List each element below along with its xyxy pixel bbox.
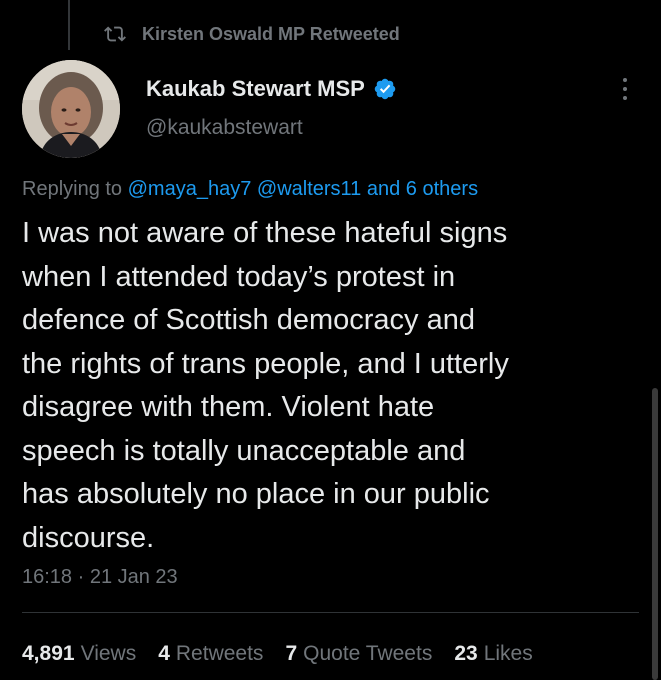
avatar[interactable] (22, 60, 120, 158)
tweet-text-line: when I attended today’s protest in (22, 260, 456, 293)
quote-tweets-count: 7 (285, 642, 298, 665)
tweet-timestamp[interactable]: 16:18 · 21 Jan 23 (22, 566, 178, 589)
views-label: Views (80, 642, 137, 665)
scrollbar[interactable] (652, 388, 658, 680)
author-name[interactable]: Kaukab Stewart MSP (146, 76, 365, 102)
more-options-icon[interactable] (614, 76, 636, 102)
likes-count: 23 (454, 642, 478, 665)
more-dot (623, 78, 627, 82)
replying-to-prefix: Replying to (22, 178, 123, 200)
author-name-row[interactable]: Kaukab Stewart MSP (146, 76, 397, 102)
thread-connector-line (68, 0, 70, 50)
views-stat[interactable]: 4,891 Views (22, 642, 136, 666)
quote-tweets-label: Quote Tweets (303, 642, 433, 665)
tweet-text-line: has absolutely no place in our public (22, 478, 490, 510)
retweet-label: Kirsten Oswald MP Retweeted (142, 23, 400, 44)
mention-link[interactable]: @maya_hay7 (128, 178, 252, 200)
verified-badge-icon (374, 78, 396, 100)
more-dot (623, 96, 627, 100)
others-link[interactable]: and 6 others (367, 178, 478, 200)
likes-label: Likes (483, 642, 533, 665)
retweet-context[interactable]: Kirsten Oswald MP Retweeted (104, 22, 400, 46)
tweet-text-line: disagree with them. Violent hate (22, 391, 435, 423)
engagement-stats: 4,891 Views 4 Retweets 7 Quote Tweets 23… (22, 642, 555, 666)
quote-tweets-stat[interactable]: 7 Quote Tweets (285, 642, 432, 666)
tweet-text-line: the rights of trans people, and I utterl… (22, 347, 509, 380)
likes-stat[interactable]: 23 Likes (454, 642, 532, 666)
retweets-label: Retweets (175, 642, 264, 665)
retweets-count: 4 (158, 642, 170, 665)
author-handle[interactable]: @kaukabstewart (146, 116, 303, 140)
avatar-portrait-icon (22, 60, 120, 158)
tweet-text-line: discourse. (22, 521, 155, 554)
tweet-text-line: defence of Scottish democracy and (22, 304, 475, 336)
more-dot (623, 87, 627, 91)
views-count: 4,891 (22, 642, 75, 665)
divider (22, 612, 639, 613)
tweet-text-line: I was not aware of these hateful signs (22, 217, 508, 249)
retweets-stat[interactable]: 4 Retweets (158, 642, 263, 666)
tweet-text: I was not aware of these hateful signs w… (22, 212, 622, 560)
tweet-text-line: speech is totally unacceptable and (22, 434, 466, 467)
mention-link[interactable]: @walters11 (257, 178, 361, 200)
retweet-icon (104, 26, 126, 42)
replying-to: Replying to @maya_hay7 @walters11 and 6 … (22, 178, 478, 201)
